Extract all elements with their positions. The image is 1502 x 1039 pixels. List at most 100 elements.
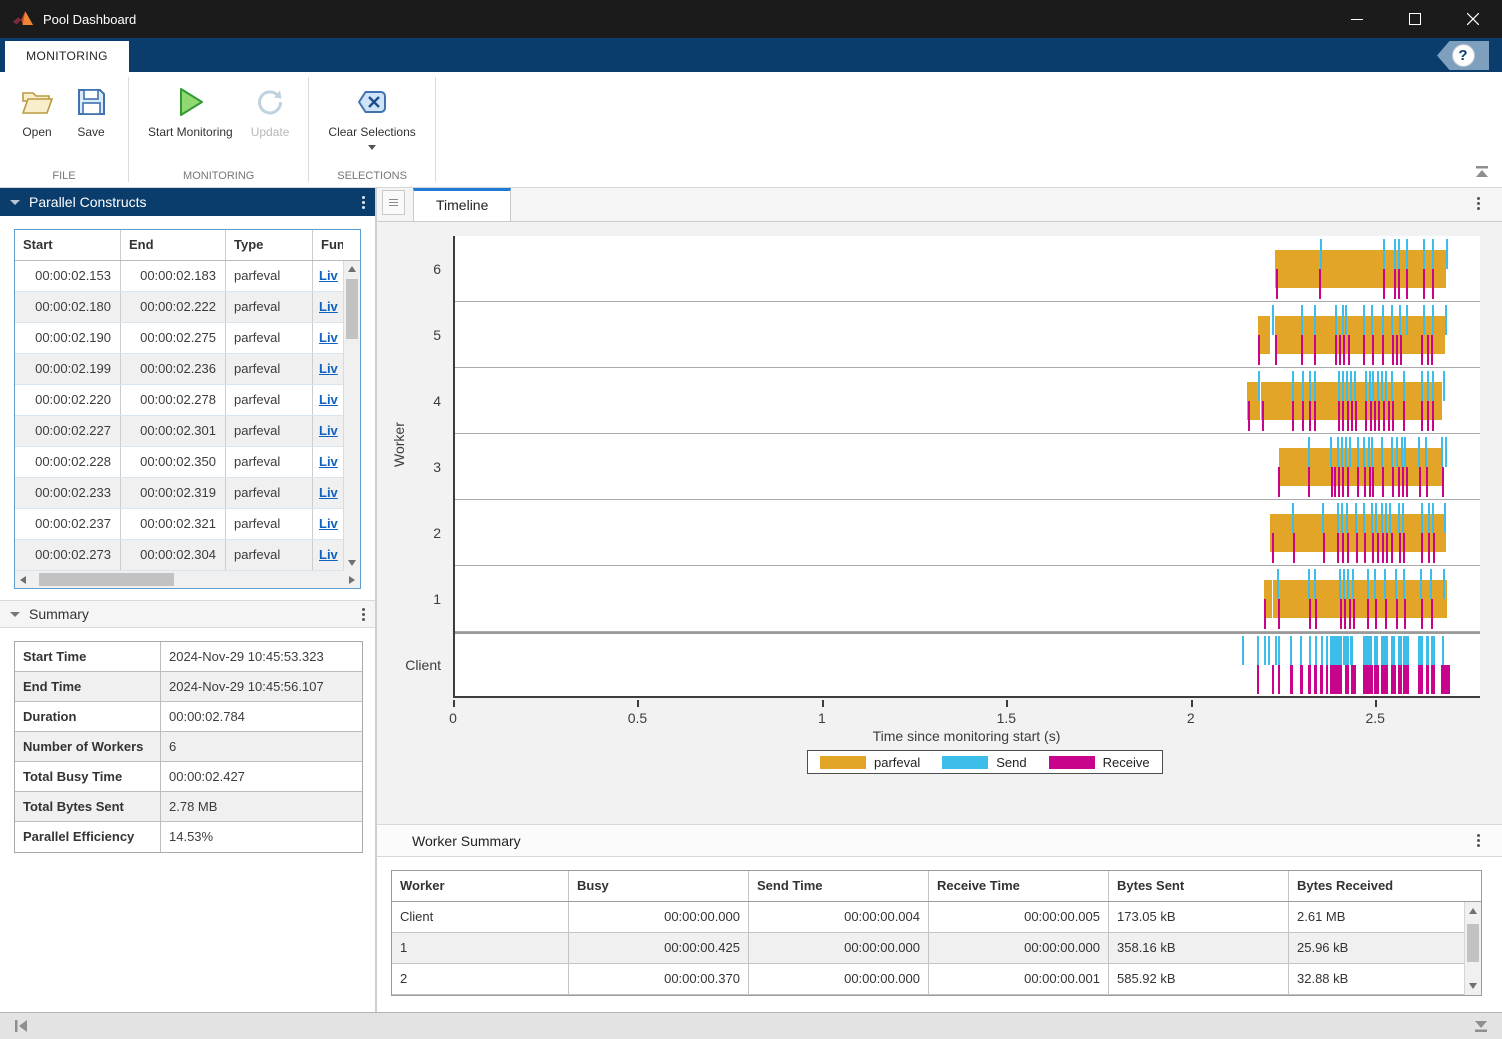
receive-tick (1276, 269, 1278, 299)
summary-header[interactable]: Summary (0, 600, 375, 628)
summary-label: Number of Workers (15, 732, 161, 761)
send-tick (1381, 371, 1383, 401)
function-link[interactable]: Liv (319, 299, 338, 314)
collapse-ribbon-icon[interactable] (1474, 165, 1490, 179)
receive-tick (1314, 401, 1316, 431)
receive-tick (1372, 467, 1374, 497)
save-button[interactable]: Save (64, 81, 118, 142)
chart-legend: parfevalSendReceive (807, 750, 1163, 774)
function-link[interactable]: Liv (319, 454, 338, 469)
receive-tick (1348, 335, 1350, 365)
summary-panel: Start Time2024-Nov-29 10:45:53.323End Ti… (0, 628, 375, 1012)
help-button[interactable]: ? (1437, 41, 1489, 70)
construct-cell: parfeval (226, 261, 313, 291)
construct-row[interactable]: 00:00:02.22800:00:02.350parfevalLiv (15, 447, 360, 478)
function-link[interactable]: Liv (319, 547, 338, 562)
construct-row[interactable]: 00:00:02.22000:00:02.278parfevalLiv (15, 385, 360, 416)
function-link[interactable]: Liv (319, 485, 338, 500)
construct-row[interactable]: 00:00:02.18000:00:02.222parfevalLiv (15, 292, 360, 323)
kebab-menu-icon[interactable] (362, 201, 365, 204)
function-link[interactable]: Liv (319, 392, 338, 407)
update-button[interactable]: Update (242, 81, 299, 142)
send-tick (1442, 636, 1444, 665)
parfeval-bar[interactable] (1275, 250, 1446, 288)
worker-summary-row[interactable]: 100:00:00.42500:00:00.00000:00:00.000358… (392, 933, 1481, 964)
construct-row[interactable]: 00:00:02.27300:00:02.304parfevalLiv (15, 540, 360, 571)
scroll-down-icon[interactable] (348, 560, 356, 566)
parallel-constructs-header[interactable]: Parallel Constructs (0, 188, 375, 216)
worker-summary-header[interactable]: Worker Summary (377, 824, 1502, 857)
tab-list-button[interactable] (382, 190, 405, 215)
function-link[interactable]: Liv (319, 423, 338, 438)
scroll-left-icon[interactable] (20, 576, 26, 584)
send-tick (1432, 503, 1434, 533)
kebab-menu-icon[interactable] (1477, 202, 1480, 205)
receive-tick (1382, 335, 1384, 365)
send-tick (1371, 305, 1373, 335)
worker-summary-row[interactable]: Client00:00:00.00000:00:00.00400:00:00.0… (392, 902, 1481, 933)
worker-summary-panel: WorkerBusySend TimeReceive TimeBytes Sen… (377, 857, 1502, 1012)
construct-row[interactable]: 00:00:02.23300:00:02.319parfevalLiv (15, 478, 360, 509)
lane-label: 2 (433, 525, 441, 541)
send-tick (1441, 437, 1443, 467)
worker-summary-row[interactable]: 200:00:00.37000:00:00.00000:00:00.001585… (392, 964, 1481, 995)
scroll-up-icon[interactable] (1469, 908, 1477, 914)
send-tick (1367, 569, 1369, 599)
kebab-menu-icon[interactable] (362, 613, 365, 616)
close-button[interactable] (1444, 0, 1502, 38)
vertical-scrollbar[interactable] (1464, 902, 1481, 995)
send-tick (1301, 305, 1303, 335)
timeline-plot[interactable]: 654321Client (453, 236, 1480, 698)
summary-row: Parallel Efficiency14.53% (15, 822, 362, 852)
lane-label: 5 (433, 327, 441, 343)
vertical-scrollbar[interactable] (343, 261, 360, 571)
send-tick (1314, 305, 1316, 335)
construct-row[interactable]: 00:00:02.22700:00:02.301parfevalLiv (15, 416, 360, 447)
save-button-label: Save (77, 125, 104, 139)
construct-cell: 00:00:02.350 (121, 447, 226, 477)
send-tick (1398, 636, 1402, 665)
collapse-chevron-icon[interactable] (10, 612, 20, 617)
construct-row[interactable]: 00:00:02.23700:00:02.321parfevalLiv (15, 509, 360, 540)
scrollbar-thumb[interactable] (1467, 924, 1479, 962)
maximize-button[interactable] (1386, 0, 1444, 38)
horizontal-scrollbar[interactable] (15, 571, 360, 588)
construct-cell: 00:00:02.236 (121, 354, 226, 384)
kebab-menu-icon[interactable] (1477, 839, 1480, 842)
clear-selections-button[interactable]: Clear Selections (319, 81, 424, 153)
function-link[interactable]: Liv (319, 361, 338, 376)
minimize-button[interactable] (1328, 0, 1386, 38)
scroll-right-icon[interactable] (349, 576, 355, 584)
summary-label: End Time (15, 672, 161, 701)
scroll-down-icon[interactable] (1469, 983, 1477, 989)
collapse-bottom-panel-icon[interactable] (1472, 1018, 1490, 1034)
worker-summary-column-header: Receive Time (929, 871, 1109, 901)
construct-row[interactable]: 00:00:02.19900:00:02.236parfevalLiv (15, 354, 360, 385)
collapse-chevron-icon[interactable] (10, 200, 20, 205)
matlab-logo-icon (12, 9, 34, 29)
function-link[interactable]: Liv (319, 268, 338, 283)
start-monitoring-button[interactable]: Start Monitoring (139, 81, 242, 142)
function-link[interactable]: Liv (319, 516, 338, 531)
open-button[interactable]: Open (10, 81, 64, 142)
scroll-up-icon[interactable] (348, 266, 356, 272)
send-tick (1403, 371, 1405, 401)
function-link[interactable]: Liv (319, 330, 338, 345)
scrollbar-thumb[interactable] (346, 279, 358, 339)
worker-summary-column-header: Worker (392, 871, 569, 901)
construct-row[interactable]: 00:00:02.19000:00:02.275parfevalLiv (15, 323, 360, 354)
send-tick (1309, 371, 1311, 401)
collapse-left-panel-icon[interactable] (12, 1018, 30, 1034)
worker-summary-cell: 2 (392, 964, 569, 994)
receive-tick (1334, 467, 1336, 497)
tab-monitoring[interactable]: MONITORING (5, 41, 129, 72)
parallel-constructs-title: Parallel Constructs (29, 194, 147, 210)
construct-cell: 00:00:02.319 (121, 478, 226, 508)
parfeval-bar[interactable] (1270, 514, 1446, 552)
tab-timeline[interactable]: Timeline (413, 188, 511, 221)
send-tick (1372, 371, 1374, 401)
construct-row[interactable]: 00:00:02.15300:00:02.183parfevalLiv (15, 261, 360, 292)
scrollbar-thumb[interactable] (39, 573, 174, 586)
receive-tick (1398, 467, 1400, 497)
send-tick (1381, 437, 1383, 467)
